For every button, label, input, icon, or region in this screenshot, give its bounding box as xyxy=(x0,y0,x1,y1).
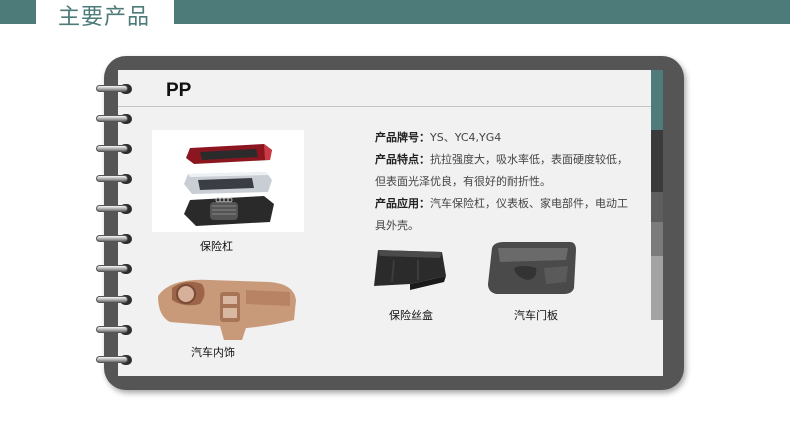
interior-caption: 汽车内饰 xyxy=(191,346,235,359)
product-info: 产品牌号：YS、YC4,YG4 产品特点：抗拉强度大，吸水率低，表面硬度较低，但… xyxy=(375,127,635,237)
spiral-ring xyxy=(96,142,136,156)
grade-label: 产品牌号： xyxy=(375,131,430,144)
page-tab-4[interactable] xyxy=(651,222,663,256)
bumper-image xyxy=(152,130,304,232)
spiral-ring xyxy=(96,202,136,216)
title-divider xyxy=(118,106,651,107)
fuse-box-caption: 保险丝盒 xyxy=(389,309,433,322)
feature-line: 产品特点：抗拉强度大，吸水率低，表面硬度较低，但表面光泽优良，有很好的耐折性。 xyxy=(375,149,635,193)
grade-line: 产品牌号：YS、YC4,YG4 xyxy=(375,127,635,149)
page-tab-3[interactable] xyxy=(651,192,663,222)
feature-label: 产品特点： xyxy=(375,153,430,166)
card-title: PP xyxy=(166,80,192,101)
spiral-ring xyxy=(96,293,136,307)
header-accent-bar xyxy=(174,0,790,24)
spiral-ring xyxy=(96,323,136,337)
page-tab-1[interactable] xyxy=(651,70,663,130)
grade-value: YS、YC4,YG4 xyxy=(430,131,502,144)
page-tab-5[interactable] xyxy=(651,256,663,320)
spiral-ring xyxy=(96,232,136,246)
page-tab-2[interactable] xyxy=(651,130,663,192)
fuse-box-image xyxy=(370,246,450,292)
spiral-ring xyxy=(96,262,136,276)
spiral-ring xyxy=(96,82,136,96)
dashboard-image xyxy=(150,270,300,342)
header-accent-block xyxy=(0,0,36,24)
door-panel-caption: 汽车门板 xyxy=(514,309,558,322)
door-panel-image xyxy=(484,238,580,296)
use-line: 产品应用：汽车保险杠，仪表板、家电部件，电动工具外壳。 xyxy=(375,193,635,237)
use-label: 产品应用： xyxy=(375,197,430,210)
bumper-caption: 保险杠 xyxy=(200,240,233,253)
spiral-ring xyxy=(96,112,136,126)
section-title: 主要产品 xyxy=(58,5,151,30)
spiral-ring xyxy=(96,172,136,186)
spiral-ring xyxy=(96,353,136,367)
